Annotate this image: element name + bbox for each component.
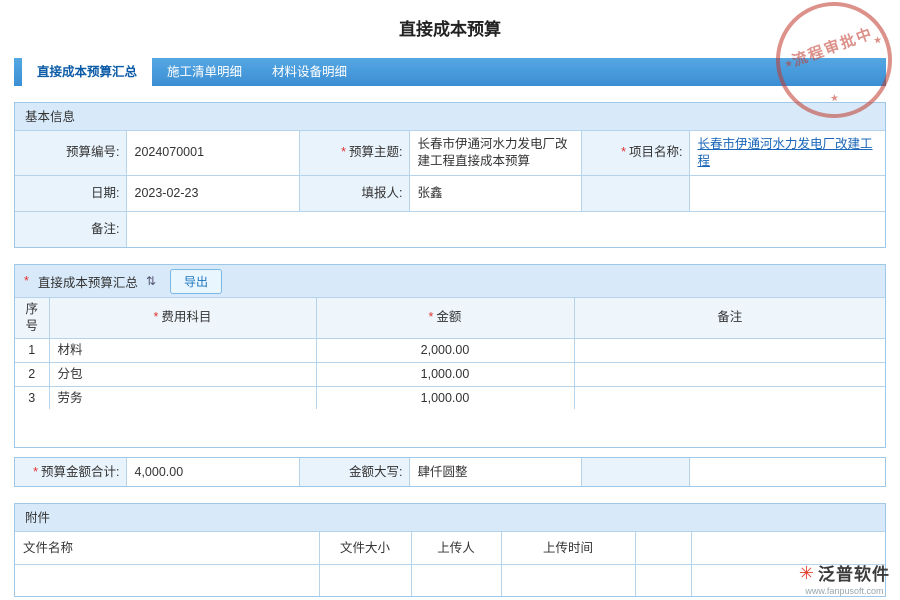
cost-summary-title: 直接成本预算汇总 — [38, 272, 138, 291]
empty-cell — [689, 458, 885, 486]
row-remark — [574, 362, 885, 386]
attach-col-uploader: 上传人 — [411, 532, 501, 564]
preparer-value: 张鑫 — [409, 175, 581, 211]
remark-label: 备注: — [15, 211, 126, 247]
attachments-header: 附件 — [15, 504, 885, 532]
row-no: 2 — [15, 362, 49, 386]
empty-label-cell — [581, 175, 689, 211]
required-asterisk: * — [154, 310, 159, 324]
table-footer-spacer — [15, 409, 885, 447]
row-remark — [574, 338, 885, 362]
row-remark — [574, 386, 885, 409]
row-subject: 劳务 — [49, 386, 316, 409]
empty-cell — [319, 564, 411, 596]
sort-icon[interactable]: ⇅ — [146, 274, 156, 288]
col-header-remark: 备注 — [574, 298, 885, 338]
col-header-subject: *费用科目 — [49, 298, 316, 338]
total-amount-label: *预算金额合计: — [15, 458, 126, 486]
page: 直接成本预算 流程审批中 ★ ★ ★ 直接成本预算汇总 施工清单明细 材料设备明… — [0, 0, 900, 600]
basic-info-table: 预算编号: 2024070001 *预算主题: 长春市伊通河水力发电厂改建工程直… — [15, 131, 885, 247]
row-amount: 2,000.00 — [316, 338, 574, 362]
fanpu-logo-icon: ✳ — [799, 564, 814, 582]
tab-direct-cost-summary[interactable]: 直接成本预算汇总 — [22, 58, 152, 86]
empty-cell — [635, 564, 691, 596]
budget-no-value: 2024070001 — [126, 131, 299, 175]
table-row: 1 材料 2,000.00 — [15, 338, 885, 362]
table-row — [15, 564, 885, 596]
tab-construction-list-detail[interactable]: 施工清单明细 — [152, 58, 257, 86]
cost-summary-header: * 直接成本预算汇总 ⇅ 导出 — [15, 265, 885, 298]
empty-cell — [635, 532, 691, 564]
total-amount-value: 4,000.00 — [126, 458, 299, 486]
row-amount: 1,000.00 — [316, 362, 574, 386]
basic-info-header: 基本信息 — [15, 103, 885, 131]
required-asterisk: * — [341, 145, 346, 159]
col-header-no: 序号 — [15, 298, 49, 338]
amount-in-words-label: 金额大写: — [299, 458, 409, 486]
attach-col-upload-time: 上传时间 — [501, 532, 635, 564]
project-name-label: *项目名称: — [581, 131, 689, 175]
attachments-section: 附件 文件名称 文件大小 上传人 上传时间 — [14, 503, 886, 597]
row-subject: 材料 — [49, 338, 316, 362]
attach-col-filename: 文件名称 — [15, 532, 319, 564]
attach-col-filesize: 文件大小 — [319, 532, 411, 564]
row-amount: 1,000.00 — [316, 386, 574, 409]
amount-in-words-value: 肆仟圆整 — [409, 458, 581, 486]
basic-info-section: 基本信息 预算编号: 2024070001 *预算主题: 长春市伊通河水力发电厂… — [14, 102, 886, 248]
empty-cell — [689, 175, 885, 211]
tab-material-equipment-detail[interactable]: 材料设备明细 — [257, 58, 362, 86]
col-header-amount: *金额 — [316, 298, 574, 338]
totals-table: *预算金额合计: 4,000.00 金额大写: 肆仟圆整 — [15, 458, 885, 486]
page-title: 直接成本预算 — [0, 0, 900, 40]
vendor-url: www.fanpusoft.com — [799, 586, 890, 596]
date-label: 日期: — [15, 175, 126, 211]
required-asterisk: * — [429, 310, 434, 324]
cost-summary-table: 序号 *费用科目 *金额 备注 1 材料 2,000.00 2 分包 1,000… — [15, 298, 885, 409]
export-button[interactable]: 导出 — [170, 269, 222, 294]
project-name-cell: 长春市伊通河水力发电厂改建工程 — [689, 131, 885, 175]
project-name-link[interactable]: 长春市伊通河水力发电厂改建工程 — [698, 137, 873, 168]
required-asterisk: * — [621, 145, 626, 159]
preparer-label: 填报人: — [299, 175, 409, 211]
empty-label-cell — [581, 458, 689, 486]
attachments-table: 文件名称 文件大小 上传人 上传时间 — [15, 532, 885, 596]
date-value: 2023-02-23 — [126, 175, 299, 211]
remark-value — [126, 211, 885, 247]
vendor-brand: ✳ 泛普软件 www.fanpusoft.com — [799, 560, 890, 596]
table-row: 3 劳务 1,000.00 — [15, 386, 885, 409]
required-asterisk: * — [33, 465, 38, 479]
totals-section: *预算金额合计: 4,000.00 金额大写: 肆仟圆整 — [14, 457, 886, 487]
row-subject: 分包 — [49, 362, 316, 386]
table-row: 2 分包 1,000.00 — [15, 362, 885, 386]
budget-subject-label: *预算主题: — [299, 131, 409, 175]
required-asterisk: * — [24, 274, 29, 288]
empty-cell — [411, 564, 501, 596]
empty-cell — [15, 564, 319, 596]
budget-no-label: 预算编号: — [15, 131, 126, 175]
row-no: 3 — [15, 386, 49, 409]
row-no: 1 — [15, 338, 49, 362]
vendor-name: 泛普软件 — [818, 560, 890, 585]
budget-subject-value: 长春市伊通河水力发电厂改建工程直接成本预算 — [409, 131, 581, 175]
cost-summary-section: * 直接成本预算汇总 ⇅ 导出 序号 *费用科目 *金额 备注 1 材料 2,0… — [14, 264, 886, 448]
tab-bar: 直接成本预算汇总 施工清单明细 材料设备明细 — [14, 58, 886, 86]
empty-cell — [501, 564, 635, 596]
